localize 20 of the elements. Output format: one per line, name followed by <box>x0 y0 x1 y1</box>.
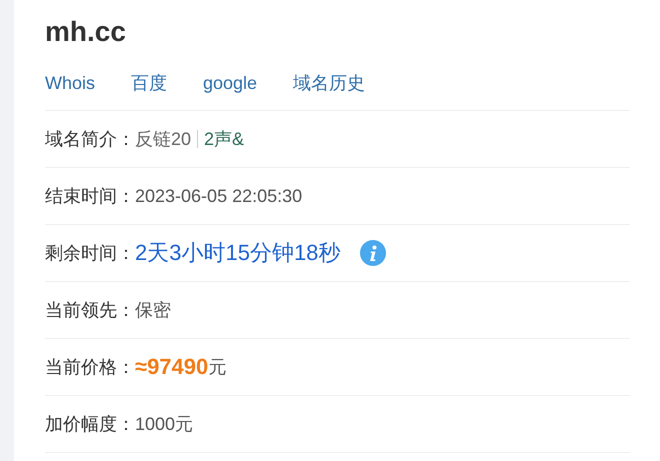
tag: 2声& <box>197 130 244 148</box>
tag: 反链20 <box>135 127 192 151</box>
field-label: 剩余时间： <box>45 242 135 265</box>
field-label: 结束时间： <box>45 185 135 208</box>
field-label: 当前价格： <box>45 356 135 379</box>
search-link[interactable]: 域名历史 <box>293 72 366 94</box>
field-label: 域名简介： <box>45 128 135 151</box>
search-link[interactable]: 百度 <box>131 72 168 94</box>
field-value: 2023-06-05 22:05:30 <box>135 186 302 206</box>
domain-title: mh.cc <box>45 15 127 49</box>
search-link[interactable]: google <box>203 72 258 94</box>
price-unit: 元 <box>208 356 226 379</box>
info-icon[interactable] <box>360 240 386 266</box>
search-link[interactable]: Whois <box>45 72 96 94</box>
field-label: 加价幅度： <box>45 413 135 436</box>
countdown-value: 2天3小时15分钟18秒 <box>135 239 340 267</box>
field-label: 当前领先： <box>45 299 135 322</box>
price-value: ≈97490 <box>135 354 208 380</box>
field-value: 1000元 <box>135 413 194 436</box>
field-value: 保密 <box>135 299 171 322</box>
